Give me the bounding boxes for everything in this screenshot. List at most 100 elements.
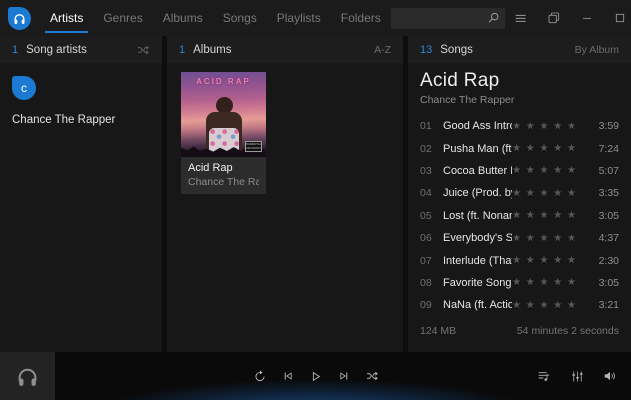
hamburger-icon — [515, 14, 526, 22]
track-title: Juice (Prod. by Nate F... — [443, 187, 512, 200]
volume-button[interactable] — [599, 362, 621, 390]
track-title: Good Ass Intro (ft. BJ... — [443, 120, 512, 133]
songs-panel: 13 Songs By Album Acid Rap Chance The Ra… — [408, 36, 631, 352]
artists-count: 1 — [12, 43, 19, 56]
track-rating-stars[interactable]: ★ ★ ★ ★ ★ — [512, 188, 577, 199]
menu-button[interactable] — [505, 0, 538, 36]
parental-advisory-sticker: PARENTAL ADVISORY — [245, 141, 262, 152]
titlebar: Artists Genres Albums Songs Playlists Fo… — [0, 0, 631, 36]
equalizer-button[interactable] — [566, 362, 588, 390]
artist-name: Chance The Rapper — [12, 114, 116, 126]
playback-controls — [250, 352, 382, 400]
track-row[interactable]: 04 Juice (Prod. by Nate F... ★ ★ ★ ★ ★ 3… — [420, 182, 619, 204]
previous-icon — [284, 372, 292, 380]
track-number: 02 — [420, 142, 432, 155]
app-logo — [8, 6, 31, 30]
search-icon[interactable] — [485, 10, 502, 27]
albums-count: 1 — [179, 43, 186, 56]
tab-label: Folders — [340, 11, 381, 25]
track-row[interactable]: 01 Good Ass Intro (ft. BJ... ★ ★ ★ ★ ★ 3… — [420, 115, 619, 137]
track-title: Everybody's Somethin... — [443, 232, 513, 245]
tab-label: Albums — [162, 11, 203, 25]
track-title: NaNa (ft. Action Brons... — [443, 299, 513, 312]
mini-player-button[interactable] — [538, 0, 571, 36]
track-row[interactable]: 02 Pusha Man (ft. Nate F... ★ ★ ★ ★ ★ 7:… — [420, 137, 619, 159]
album-art: ACID RAP PARENTAL ADVISORY — [181, 72, 266, 157]
track-duration: 3:59 — [598, 120, 619, 133]
player-right-controls — [533, 352, 621, 400]
previous-button[interactable] — [278, 362, 298, 390]
loop-button[interactable] — [250, 362, 270, 390]
maximize-icon — [616, 13, 625, 23]
albums-panel: 1 Albums A-Z ACID RAP PARENTAL ADVISORY … — [167, 36, 403, 352]
track-duration: 5:07 — [598, 164, 619, 177]
track-rating-stars[interactable]: ★ ★ ★ ★ ★ — [512, 143, 577, 154]
main-area: 1 Song artists c Chance The Rapper 1 Alb… — [0, 36, 631, 352]
tab-genres[interactable]: Genres — [93, 0, 152, 36]
track-row[interactable]: 07 Interlude (That's Love)... ★ ★ ★ ★ ★ … — [420, 249, 619, 271]
album-art-title-text: ACID RAP — [196, 77, 251, 86]
loop-icon — [255, 370, 264, 382]
artist-initial: c — [21, 81, 27, 95]
songs-title: Songs — [440, 43, 473, 56]
minimize-button[interactable] — [571, 0, 604, 36]
tab-label: Artists — [50, 11, 84, 25]
equalizer-icon — [571, 371, 583, 381]
shuffle-artists-button[interactable] — [136, 43, 150, 57]
track-title: Lost (ft. Noname Gyps... — [443, 209, 512, 222]
artists-list: c Chance The Rapper — [0, 63, 162, 352]
track-number: 04 — [420, 187, 432, 200]
songs-count: 13 — [420, 43, 433, 56]
queue-button[interactable] — [533, 362, 555, 390]
albums-grid: ACID RAP PARENTAL ADVISORY Acid Rap Chan… — [167, 63, 403, 352]
track-row[interactable]: 03 Cocoa Butter Kisses (ft... ★ ★ ★ ★ ★ … — [420, 160, 619, 182]
track-number: 06 — [420, 232, 432, 245]
track-list: 01 Good Ass Intro (ft. BJ... ★ ★ ★ ★ ★ 3… — [420, 115, 619, 317]
track-row[interactable]: 06 Everybody's Somethin... ★ ★ ★ ★ ★ 4:3… — [420, 227, 619, 249]
tab-artists[interactable]: Artists — [40, 0, 93, 36]
songs-sort-button[interactable]: By Album — [575, 44, 619, 56]
track-row[interactable]: 09 NaNa (ft. Action Brons... ★ ★ ★ ★ ★ 3… — [420, 294, 619, 316]
search-input[interactable] — [397, 12, 485, 24]
albums-title: Albums — [193, 43, 232, 56]
search-box[interactable] — [390, 7, 505, 29]
album-tile[interactable]: ACID RAP PARENTAL ADVISORY Acid Rap Chan… — [181, 72, 266, 194]
track-number: 09 — [420, 299, 432, 312]
track-rating-stars[interactable]: ★ ★ ★ ★ ★ — [512, 165, 577, 176]
track-rating-stars[interactable]: ★ ★ ★ ★ ★ — [512, 233, 577, 244]
play-button[interactable] — [306, 362, 326, 390]
track-rating-stars[interactable]: ★ ★ ★ ★ ★ — [512, 210, 577, 221]
stacked-windows-icon — [548, 12, 560, 24]
tab-playlists[interactable]: Playlists — [267, 0, 331, 36]
songs-album-title: Acid Rap — [420, 70, 500, 91]
artist-item[interactable]: c Chance The Rapper — [0, 63, 162, 139]
track-rating-stars[interactable]: ★ ★ ★ ★ ★ — [512, 255, 577, 266]
track-row[interactable]: 05 Lost (ft. Noname Gyps... ★ ★ ★ ★ ★ 3:… — [420, 205, 619, 227]
headphones-icon — [18, 368, 37, 386]
album-name: Acid Rap — [188, 162, 233, 174]
maximize-button[interactable] — [604, 0, 631, 36]
track-rating-stars[interactable]: ★ ★ ★ ★ ★ — [512, 121, 577, 132]
artists-panel: 1 Song artists c Chance The Rapper — [0, 36, 162, 352]
albums-sort-button[interactable]: A-Z — [374, 44, 391, 56]
artists-header: 1 Song artists — [0, 36, 162, 63]
shuffle-button[interactable] — [362, 362, 382, 390]
tab-albums[interactable]: Albums — [153, 0, 213, 36]
songs-header: 13 Songs By Album — [408, 36, 631, 63]
track-row[interactable]: 08 Favorite Song (ft. Child... ★ ★ ★ ★ ★… — [420, 272, 619, 294]
songs-footer: 124 MB 54 minutes 2 seconds — [420, 325, 619, 337]
tab-label: Playlists — [276, 11, 321, 25]
track-rating-stars[interactable]: ★ ★ ★ ★ ★ — [512, 300, 577, 311]
volume-icon — [604, 371, 615, 381]
track-rating-stars[interactable]: ★ ★ ★ ★ ★ — [512, 277, 577, 288]
track-title: Pusha Man (ft. Nate F... — [443, 142, 512, 155]
next-icon — [339, 372, 347, 380]
tab-songs[interactable]: Songs — [213, 0, 267, 36]
tab-label: Songs — [222, 11, 257, 25]
next-button[interactable] — [334, 362, 354, 390]
track-duration: 3:35 — [598, 187, 619, 200]
track-number: 05 — [420, 209, 432, 222]
tab-folders[interactable]: Folders — [331, 0, 391, 36]
albums-header: 1 Albums A-Z — [167, 36, 403, 63]
artists-title: Song artists — [26, 43, 87, 56]
